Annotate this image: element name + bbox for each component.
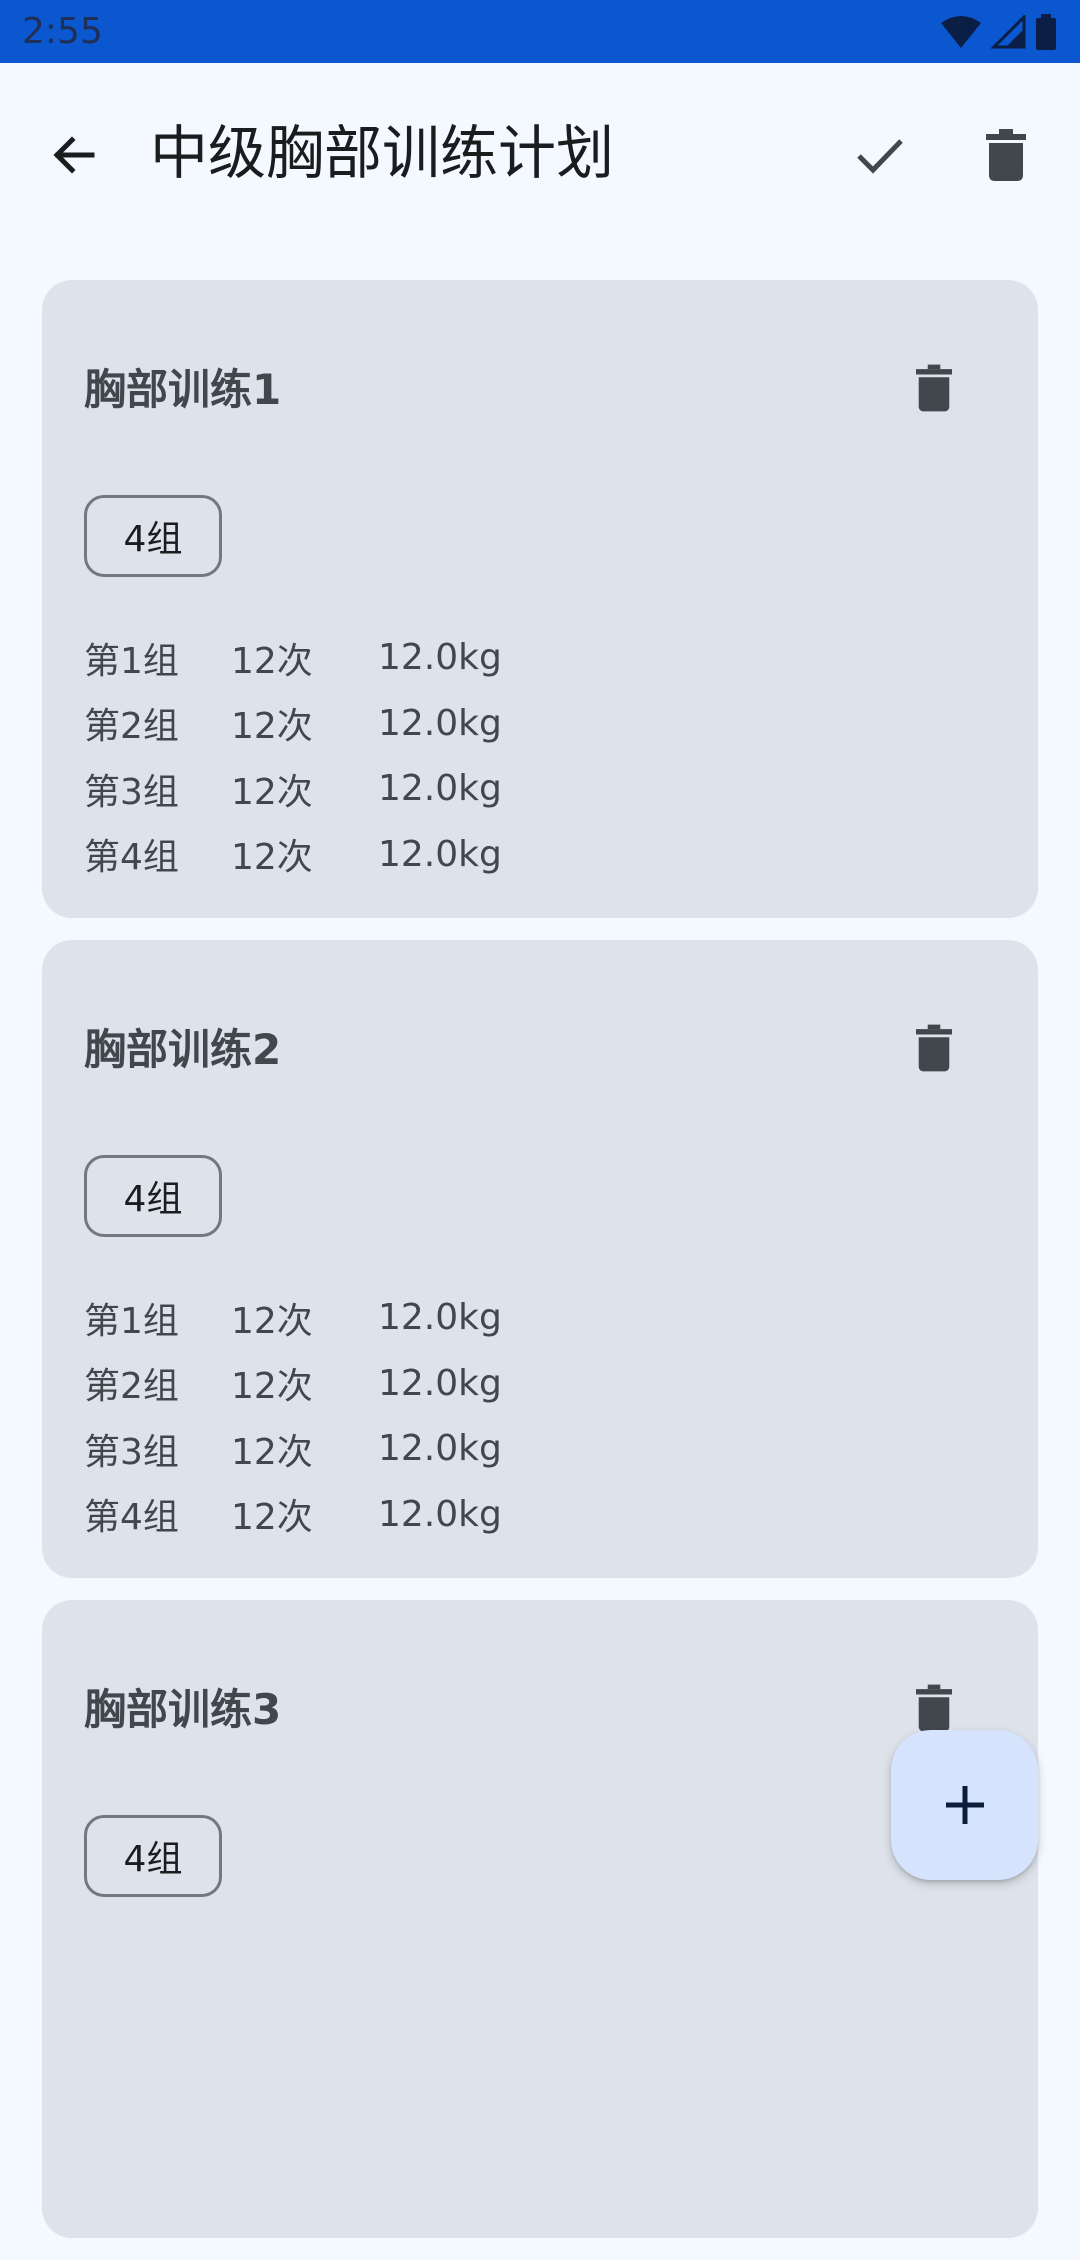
delete-plan-button[interactable] (974, 123, 1038, 187)
exercise-card[interactable]: 胸部训练2 4组 第1组 12次 12.0kg 第2组 12次 12.0kg 第… (42, 940, 1038, 1578)
set-list: 第1组 12次 12.0kg 第2组 12次 12.0kg 第3组 12次 12… (84, 625, 578, 887)
set-label: 第1组 (84, 640, 179, 682)
set-reps: 12次 (231, 771, 313, 813)
exercise-card[interactable]: 胸部训练1 4组 第1组 12次 12.0kg 第2组 12次 12.0kg 第… (42, 280, 1038, 918)
exercise-list: 胸部训练1 4组 第1组 12次 12.0kg 第2组 12次 12.0kg 第… (42, 280, 1038, 2260)
trash-icon (916, 1024, 952, 1072)
set-weight: 12.0kg (378, 637, 502, 679)
set-label: 第2组 (84, 706, 179, 748)
set-row: 第2组 12次 12.0kg (84, 691, 578, 757)
set-weight: 12.0kg (378, 1493, 502, 1535)
set-weight: 12.0kg (378, 1428, 502, 1470)
set-label: 第1组 (84, 1300, 179, 1342)
add-exercise-button[interactable] (891, 1730, 1038, 1880)
sets-count-chip[interactable]: 4组 (84, 1155, 222, 1237)
status-time: 2:55 (22, 11, 103, 52)
set-row: 第4组 12次 12.0kg (84, 822, 578, 888)
delete-exercise-button[interactable] (902, 1016, 966, 1080)
exercise-name: 胸部训练1 (84, 365, 282, 414)
delete-exercise-button[interactable] (902, 356, 966, 420)
set-reps: 12次 (231, 706, 313, 748)
set-reps: 12次 (231, 1300, 313, 1342)
confirm-button[interactable] (848, 123, 912, 187)
plus-icon (945, 1786, 984, 1824)
set-row: 第3组 12次 12.0kg (84, 1416, 578, 1482)
battery-icon (1036, 14, 1056, 50)
trash-icon (986, 129, 1026, 181)
sets-count-chip[interactable]: 4组 (84, 1815, 222, 1897)
set-weight: 12.0kg (378, 768, 502, 810)
page-title: 中级胸部训练计划 (150, 119, 615, 187)
set-reps: 12次 (231, 1366, 313, 1408)
check-icon (857, 139, 903, 174)
status-icons (940, 12, 1058, 52)
set-row: 第4组 12次 12.0kg (84, 1482, 578, 1548)
trash-icon (916, 364, 952, 412)
signal-icon (990, 15, 1026, 49)
set-reps: 12次 (231, 640, 313, 682)
exercise-name: 胸部训练3 (84, 1685, 282, 1734)
set-row: 第1组 12次 12.0kg (84, 625, 578, 691)
set-list: 第1组 12次 12.0kg 第2组 12次 12.0kg 第3组 12次 12… (84, 1285, 578, 1547)
set-label: 第4组 (84, 1497, 179, 1539)
status-bar: 2:55 (0, 0, 1080, 63)
set-weight: 12.0kg (378, 702, 502, 744)
back-button[interactable] (42, 123, 106, 187)
set-label: 第3组 (84, 771, 179, 813)
top-app-bar: 中级胸部训练计划 (0, 63, 1080, 243)
sets-count-chip[interactable]: 4组 (84, 495, 222, 577)
set-reps: 12次 (231, 1497, 313, 1539)
set-row: 第2组 12次 12.0kg (84, 1351, 578, 1417)
set-label: 第3组 (84, 1431, 179, 1473)
set-weight: 12.0kg (378, 1362, 502, 1404)
set-row: 第3组 12次 12.0kg (84, 756, 578, 822)
arrow-back-icon (53, 136, 95, 174)
set-reps: 12次 (231, 837, 313, 879)
set-weight: 12.0kg (378, 833, 502, 875)
set-reps: 12次 (231, 1431, 313, 1473)
wifi-icon (941, 16, 981, 48)
exercise-name: 胸部训练2 (84, 1025, 282, 1074)
set-label: 第2组 (84, 1366, 179, 1408)
trash-icon (916, 1684, 952, 1732)
set-row: 第1组 12次 12.0kg (84, 1285, 578, 1351)
set-weight: 12.0kg (378, 1297, 502, 1339)
exercise-card[interactable]: 胸部训练3 4组 (42, 1600, 1038, 2238)
set-label: 第4组 (84, 837, 179, 879)
